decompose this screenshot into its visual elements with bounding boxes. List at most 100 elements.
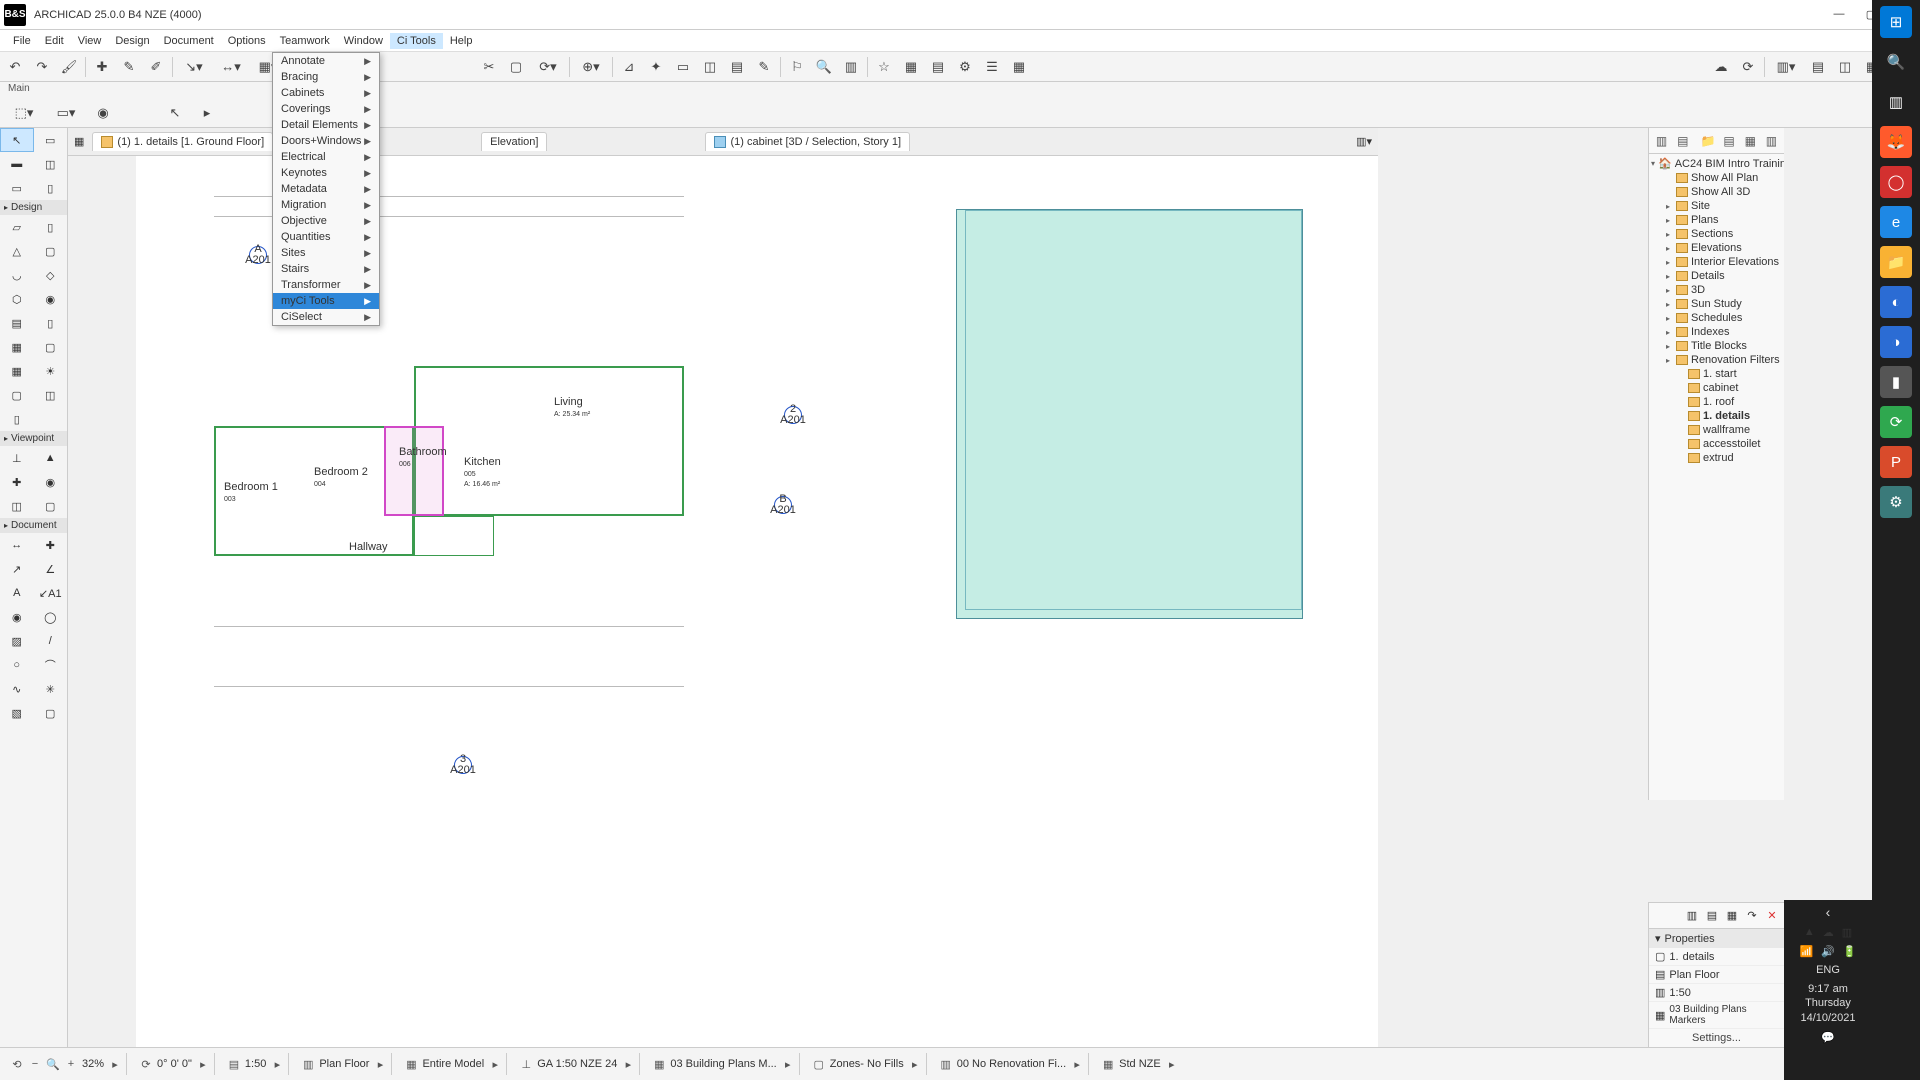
archicad-task-icon[interactable]: ▮ [1880,366,1912,398]
app-red-icon[interactable]: ◯ [1880,166,1912,198]
polyline-tool[interactable]: / [34,629,68,653]
dim-value[interactable]: GA 1:50 NZE 24 [537,1058,617,1070]
elev-tool[interactable]: ▲ [34,446,68,470]
zone-value[interactable]: Zones- No Fills [830,1058,904,1070]
skylight-tool[interactable]: ◇ [34,263,68,287]
viewpoint-header[interactable]: Viewpoint [0,431,67,446]
taskview-icon[interactable]: ▥ [1880,86,1912,118]
section-tool[interactable]: ⊥ [0,446,34,470]
app-blue-icon[interactable]: ◐ [1880,286,1912,318]
morph-tool[interactable]: ⬡ [0,287,34,311]
tool-select[interactable]: ⬚▾ [8,102,40,124]
radial-tool[interactable]: ↗ [0,557,34,581]
spline-tool[interactable]: ∿ [0,677,34,701]
tool-circle[interactable]: ◉ [92,102,114,124]
model-icon[interactable]: ▦ [404,1057,418,1071]
menu-edit[interactable]: Edit [38,33,71,49]
mi-stairs[interactable]: Stairs▶ [273,261,379,277]
menu-options[interactable]: Options [221,33,273,49]
text-tool[interactable]: A [0,581,34,605]
menu-teamwork[interactable]: Teamwork [273,33,337,49]
tree-item[interactable]: ▸Sections [1649,227,1784,241]
table-icon[interactable]: ▦ [1008,56,1030,78]
tab-details[interactable]: (1) 1. details [1. Ground Floor] [92,132,273,151]
scale-icon[interactable]: ▤ [227,1057,241,1071]
mi-objective[interactable]: Objective▶ [273,213,379,229]
nav-folder-icon[interactable]: 📁 [1699,132,1716,150]
pick-icon[interactable]: ✚ [91,56,113,78]
column-tool[interactable]: ▯ [34,176,68,200]
stack-icon[interactable]: ▤ [927,56,949,78]
tree-root[interactable]: ▾🏠AC24 BIM Intro Training Bac [1649,156,1784,171]
zone-tool[interactable]: ▢ [34,335,68,359]
prop-btn3[interactable]: ▦ [1724,908,1740,924]
tree-item[interactable]: ▸Sun Study [1649,297,1784,311]
angle-icon[interactable]: ⟳ [139,1057,153,1071]
wall-tool[interactable]: ▬ [0,152,34,176]
windows-start-icon[interactable]: ⊞ [1880,6,1912,38]
tree-item[interactable]: Show All 3D [1649,185,1784,199]
list-icon[interactable]: ☰ [981,56,1003,78]
doc-icon[interactable]: ▥ [840,56,862,78]
roof-tool[interactable]: △ [0,239,34,263]
tree-item[interactable]: ▸3D [1649,283,1784,297]
tool-cursor[interactable]: ↖ [164,102,186,124]
clip-icon[interactable]: ✎ [753,56,775,78]
intelev-tool[interactable]: ✚ [0,470,34,494]
tab-cabinet[interactable]: (1) cabinet [3D / Selection, Story 1] [705,132,910,151]
brush-icon[interactable]: 🖌 [58,56,80,78]
refresh2-icon[interactable]: ⟳ [1737,56,1759,78]
std-icon[interactable]: ▦ [1101,1057,1115,1071]
minimize-button[interactable]: — [1832,8,1846,21]
tray-icon[interactable]: ▥ [1842,926,1852,939]
arrow-dropdown[interactable]: ↘▾ [178,56,210,78]
search-icon[interactable]: 🔍 [1880,46,1912,78]
arc-tool[interactable]: ⌒ [34,653,68,677]
tree-item[interactable]: ▸Interior Elevations [1649,255,1784,269]
zone-icon[interactable]: ▢ [812,1057,826,1071]
tree-item[interactable]: Show All Plan [1649,171,1784,185]
mi-sites[interactable]: Sites▶ [273,245,379,261]
object-tool[interactable]: ◉ [34,287,68,311]
zoom-value[interactable]: 32% [82,1058,104,1070]
tree-item[interactable]: 1. details [1649,409,1784,423]
tree-item[interactable]: cabinet [1649,381,1784,395]
wand-icon[interactable]: ✎ [118,56,140,78]
worksheet-tool[interactable]: ▢ [34,494,68,518]
mi-doors-windows[interactable]: Doors+Windows▶ [273,133,379,149]
pen-icon[interactable]: ▦ [652,1057,666,1071]
nav-pub-icon[interactable]: ▥ [1763,132,1780,150]
scale-value[interactable]: 1:50 [245,1058,266,1070]
settings-task-icon[interactable]: ⚙ [1880,486,1912,518]
split-icon[interactable]: ◫ [1834,56,1856,78]
tree-item[interactable]: ▸Title Blocks [1649,339,1784,353]
drawing-tool[interactable]: ▢ [34,701,68,725]
tree-item[interactable]: ▸Plans [1649,213,1784,227]
menu-file[interactable]: File [6,33,38,49]
star-icon[interactable]: ☆ [873,56,895,78]
line-tool[interactable]: ◯ [34,605,68,629]
measure-icon[interactable]: ⊿ [618,56,640,78]
reno-value[interactable]: 00 No Renovation Fi... [957,1058,1066,1070]
tray-vol-icon[interactable]: 🔊 [1821,945,1835,958]
tree-item[interactable]: ▸Site [1649,199,1784,213]
mesh-tool[interactable]: ▦ [0,359,34,383]
reno-icon[interactable]: ▥ [939,1057,953,1071]
std-value[interactable]: Std NZE [1119,1058,1161,1070]
mi-mycitools[interactable]: myCi Tools▶ [273,293,379,309]
tree-item[interactable]: wallframe [1649,423,1784,437]
tool-mode[interactable]: ▭▾ [50,102,82,124]
tray-lang[interactable]: ENG [1816,964,1840,976]
railing-tool[interactable]: ▯ [34,311,68,335]
opening-tool[interactable]: ▢ [0,383,34,407]
eyedrop-icon[interactable]: ✐ [145,56,167,78]
tree-item[interactable]: ▸Details [1649,269,1784,283]
view-dropdown[interactable]: ▥▾ [1770,56,1802,78]
ruler-icon[interactable]: ✦ [645,56,667,78]
mi-cabinets[interactable]: Cabinets▶ [273,85,379,101]
nav-view-icon[interactable]: ▤ [1674,132,1691,150]
crop-icon[interactable]: ✂ [478,56,500,78]
camera-tool[interactable]: ◉ [34,470,68,494]
menu-window[interactable]: Window [337,33,390,49]
tab-elevation[interactable]: Elevation] [481,132,547,151]
